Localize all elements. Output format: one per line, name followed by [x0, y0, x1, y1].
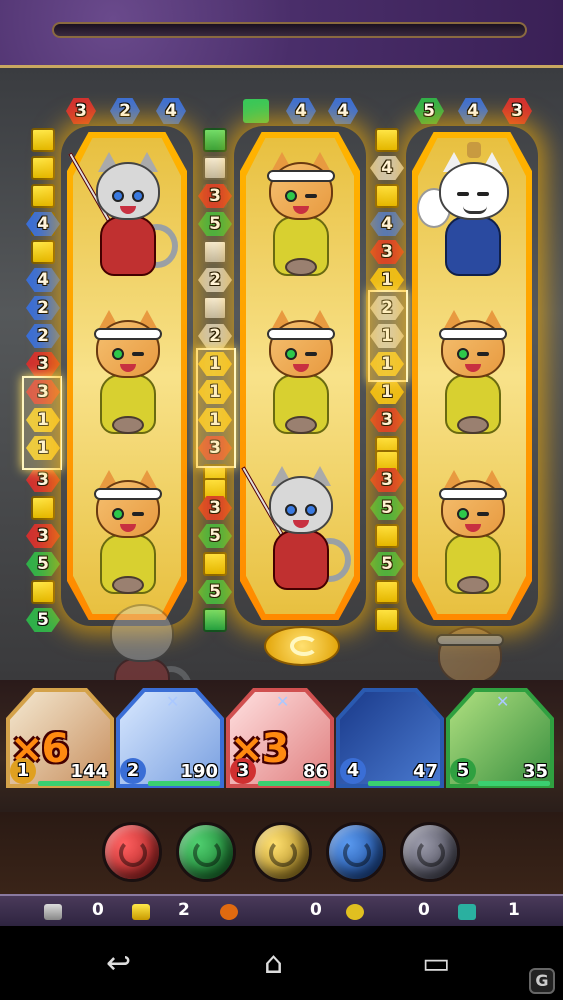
strip-cell: [375, 608, 399, 632]
tabby-cat-symbol: [251, 306, 351, 446]
team-card-3[interactable]: ✕ ×3 3 86: [226, 688, 334, 788]
hp-value: 86: [302, 761, 328, 782]
reel2-header-1: [243, 99, 269, 123]
strip-cell: [203, 156, 227, 180]
counter-bar: 0 2 0 0 1: [0, 894, 563, 926]
tabby-cat-symbol: [78, 306, 178, 446]
cat-face-icon: [220, 904, 238, 920]
slot-number: 5: [450, 758, 476, 784]
slot-number: 3: [230, 758, 256, 784]
strip-cell: [375, 128, 399, 152]
team-card-5[interactable]: ✕ 5 35: [446, 688, 554, 788]
strip-highlight: [22, 376, 62, 470]
strip-cell: [203, 552, 227, 576]
strip-cell: [375, 580, 399, 604]
slot-number: 1: [10, 758, 36, 784]
strip-cell: [31, 156, 55, 180]
water-orb-icon[interactable]: [326, 822, 386, 882]
strip-cell: [375, 524, 399, 548]
tabby-cat-symbol: [423, 306, 523, 446]
sword-icon: ✕: [276, 692, 290, 711]
wood-orb-icon[interactable]: [176, 822, 236, 882]
swirl-count: 0: [418, 900, 430, 920]
strip-cell: [31, 580, 55, 604]
hp-value: 35: [522, 761, 548, 782]
strip-highlight: [368, 290, 408, 382]
progress-bar: [52, 22, 527, 38]
ninja-cat-symbol: [92, 590, 192, 680]
strip-cell: [203, 128, 227, 152]
tabby-cat-symbol: [420, 612, 520, 680]
strip-cell: [375, 184, 399, 208]
game-screen: 3 2 4 4 4 5 4 3 4 4 2 2 3 3 1 1 3 3 5 5 …: [0, 0, 563, 1000]
hp-value: 144: [70, 761, 108, 782]
recent-apps-icon[interactable]: ▭: [422, 946, 450, 981]
strip-cell: [31, 128, 55, 152]
strip-cell: [203, 240, 227, 264]
gold-block-icon: [132, 904, 150, 920]
sword-icon: ✕: [166, 692, 180, 711]
home-icon[interactable]: ⌂: [264, 946, 283, 981]
hp-value: 47: [412, 761, 438, 782]
fire-orb-icon[interactable]: [102, 822, 162, 882]
tabby-cat-symbol: [78, 466, 178, 606]
silver-count: 0: [92, 900, 104, 920]
strip-cell: [203, 296, 227, 320]
silver-block-icon: [44, 904, 62, 920]
strip-cell: [31, 496, 55, 520]
gold-count: 2: [178, 900, 190, 920]
top-header: [0, 0, 563, 68]
team-card-2[interactable]: ✕ 2 190: [116, 688, 224, 788]
slot-number: 2: [120, 758, 146, 784]
tabby-cat-symbol: [423, 466, 523, 606]
bonus-count: 1: [508, 900, 520, 920]
strip-cell: [31, 240, 55, 264]
ninja-cat-symbol: [241, 462, 351, 602]
cat-count: 0: [310, 900, 322, 920]
elder-cat-symbol: [417, 142, 523, 288]
team-card-4[interactable]: 4 47: [336, 688, 444, 788]
tabby-cat-symbol: [251, 148, 351, 288]
sword-icon: ✕: [496, 692, 510, 711]
strip-highlight: [196, 348, 236, 468]
element-orbs: [0, 812, 563, 894]
bonus-icon: [458, 904, 476, 920]
back-icon[interactable]: ↩: [106, 946, 131, 981]
logo-icon: G: [529, 968, 555, 994]
spin-coin-icon[interactable]: [264, 626, 340, 666]
slot-number: 4: [340, 758, 366, 784]
team-card-1[interactable]: ×6 1 144: [6, 688, 114, 788]
system-nav-bar: ↩ ⌂ ▭ G: [0, 926, 563, 1000]
swirl-icon: [346, 904, 364, 920]
strip-cell: [31, 184, 55, 208]
ninja-cat-symbol: [68, 148, 178, 288]
light-orb-icon[interactable]: [252, 822, 312, 882]
dark-orb-icon[interactable]: [400, 822, 460, 882]
strip-cell: [203, 608, 227, 632]
team-panel: ×6 1 144 ✕ 2 190 ✕ ×3 3 86 4 47 ✕ 5 35: [0, 680, 563, 812]
hp-value: 190: [180, 761, 218, 782]
